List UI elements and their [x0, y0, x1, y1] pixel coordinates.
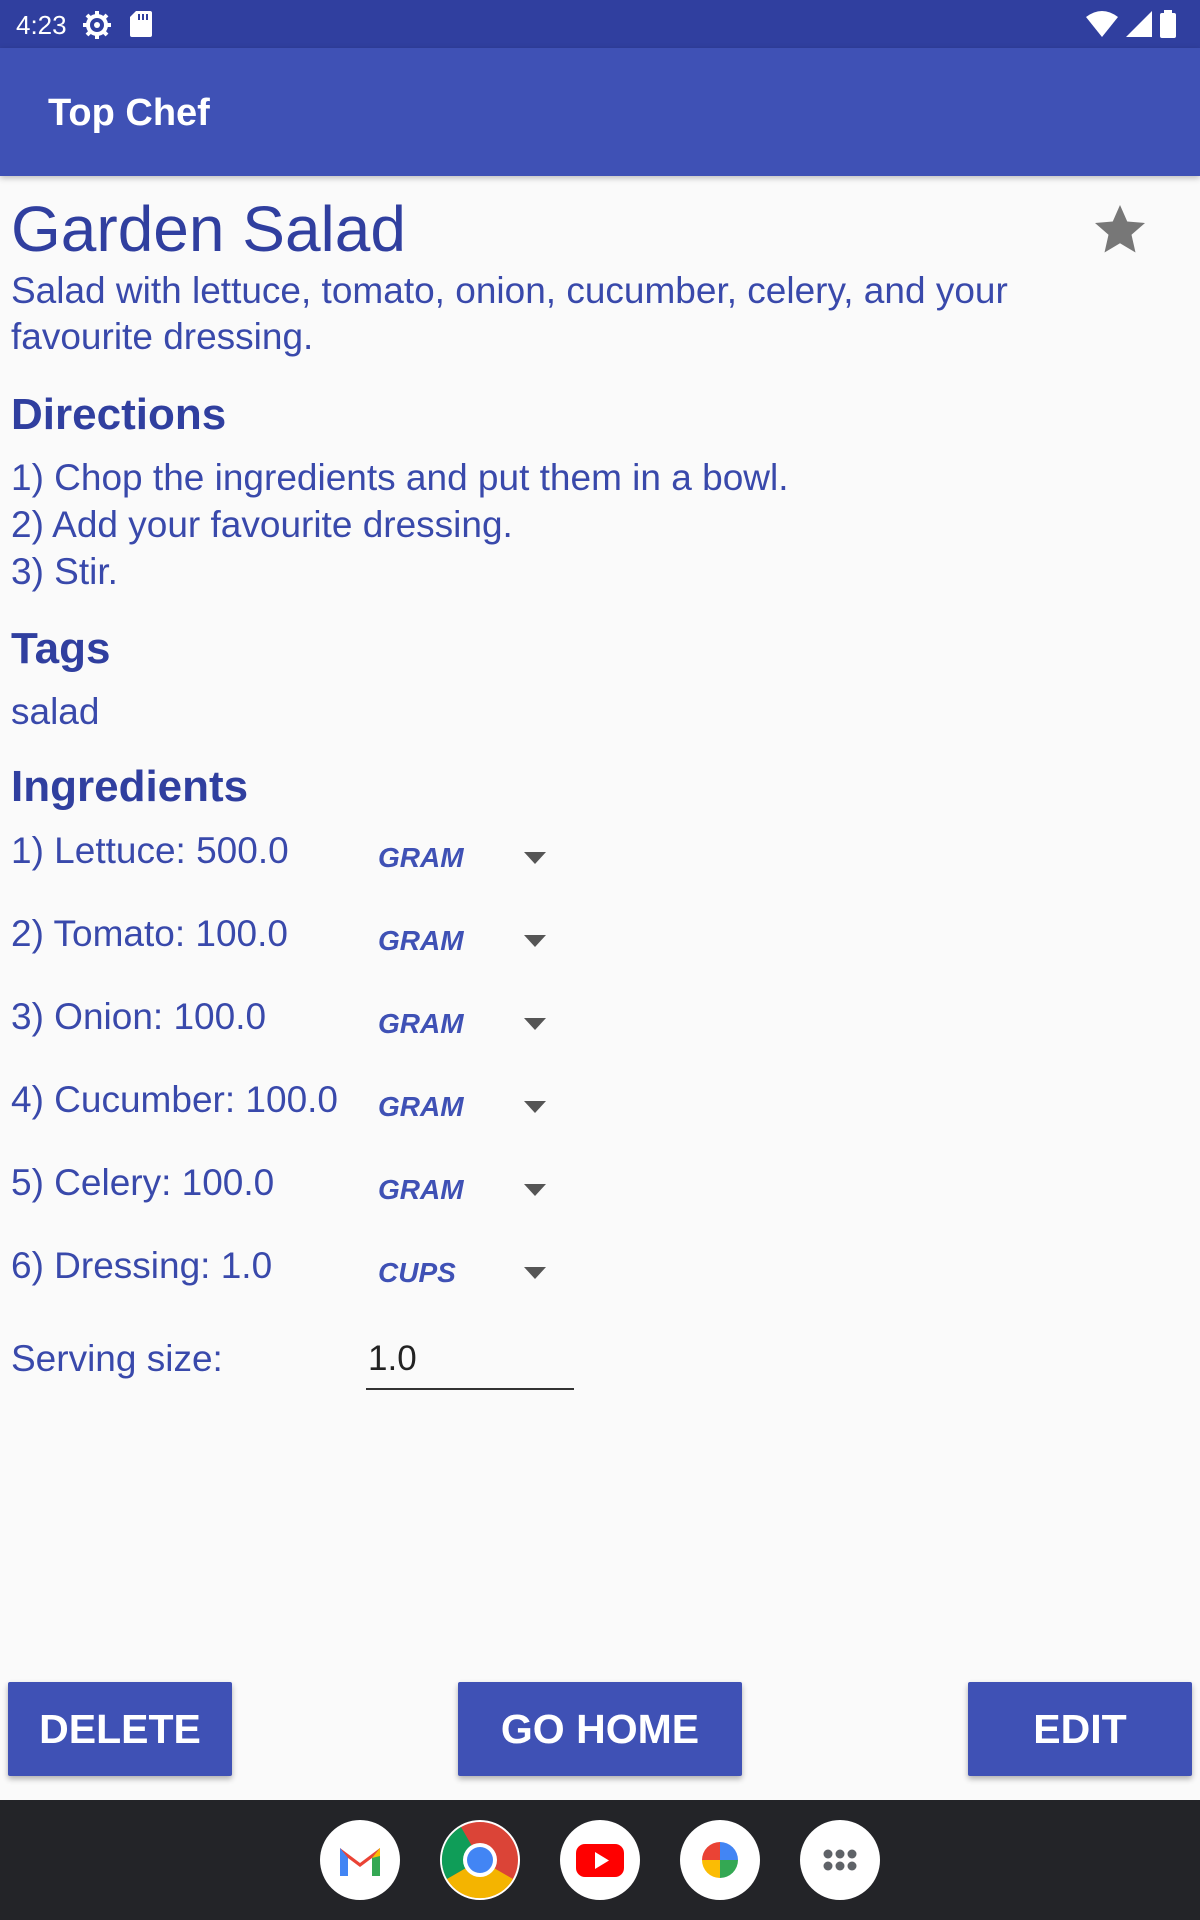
unit-dropdown[interactable]: GRAM — [378, 925, 464, 957]
go-home-button[interactable]: GO HOME — [458, 1682, 742, 1776]
youtube-icon[interactable] — [560, 1820, 640, 1900]
ingredient-label: 2) Tomato: 100.0 — [11, 913, 288, 954]
ingredient-label: 5) Celery: 100.0 — [11, 1162, 275, 1203]
delete-button[interactable]: DELETE — [8, 1682, 232, 1776]
tags-value: salad — [11, 691, 100, 732]
settings-gear-icon — [83, 11, 111, 39]
tags-heading: Tags — [11, 624, 111, 673]
ingredient-row: 5) Celery: 100.0 GRAM — [0, 1150, 600, 1230]
recipe-description: Salad with lettuce, tomato, onion, cucum… — [11, 270, 1008, 357]
app-dock — [0, 1800, 1200, 1920]
chrome-icon[interactable] — [440, 1820, 520, 1900]
cell-signal-icon — [1126, 11, 1152, 37]
ingredient-label: 1) Lettuce: 500.0 — [11, 830, 289, 871]
app-bar: Top Chef — [0, 48, 1200, 176]
sd-card-icon — [130, 11, 152, 37]
ingredient-row: 2) Tomato: 100.0 GRAM — [0, 901, 600, 981]
unit-dropdown[interactable]: GRAM — [378, 1008, 464, 1040]
direction-step: 3) Stir. — [11, 551, 118, 592]
gmail-icon[interactable] — [320, 1820, 400, 1900]
wifi-icon — [1086, 11, 1118, 37]
battery-icon — [1160, 10, 1176, 38]
app-title: Top Chef — [48, 92, 210, 134]
direction-step: 2) Add your favourite dressing. — [11, 504, 513, 545]
ingredients-heading: Ingredients — [11, 762, 249, 811]
app-drawer-icon[interactable] — [800, 1820, 880, 1900]
ingredient-row: 6) Dressing: 1.0 CUPS — [0, 1233, 600, 1313]
status-bar: 4:23 — [0, 0, 1200, 48]
serving-size-label: Serving size: — [11, 1338, 223, 1379]
ingredient-row: 3) Onion: 100.0 GRAM — [0, 984, 600, 1064]
dropdown-arrow-icon[interactable] — [524, 1101, 546, 1113]
unit-dropdown[interactable]: CUPS — [378, 1257, 456, 1289]
dropdown-arrow-icon[interactable] — [524, 935, 546, 947]
ingredient-label: 6) Dressing: 1.0 — [11, 1245, 273, 1286]
recipe-title: Garden Salad — [11, 193, 406, 265]
ingredient-label: 4) Cucumber: 100.0 — [11, 1079, 339, 1120]
recipe-detail: Garden Salad Salad with lettuce, tomato,… — [0, 176, 1200, 1800]
serving-size-input[interactable] — [366, 1330, 574, 1390]
directions-heading: Directions — [11, 390, 227, 439]
dropdown-arrow-icon[interactable] — [524, 1267, 546, 1279]
ingredient-row: 4) Cucumber: 100.0 GRAM — [0, 1067, 600, 1147]
unit-dropdown[interactable]: GRAM — [378, 1091, 464, 1123]
dropdown-arrow-icon[interactable] — [524, 852, 546, 864]
direction-step: 1) Chop the ingredients and put them in … — [11, 457, 789, 498]
directions-list: 1) Chop the ingredients and put them in … — [11, 454, 789, 595]
dropdown-arrow-icon[interactable] — [524, 1018, 546, 1030]
star-icon[interactable] — [1090, 200, 1150, 260]
edit-button[interactable]: EDIT — [968, 1682, 1192, 1776]
status-time: 4:23 — [16, 10, 67, 40]
ingredient-row: 1) Lettuce: 500.0 GRAM — [0, 818, 600, 898]
status-indicators — [1086, 10, 1176, 38]
photos-icon[interactable] — [680, 1820, 760, 1900]
dropdown-arrow-icon[interactable] — [524, 1184, 546, 1196]
ingredient-label: 3) Onion: 100.0 — [11, 996, 267, 1037]
unit-dropdown[interactable]: GRAM — [378, 1174, 464, 1206]
unit-dropdown[interactable]: GRAM — [378, 842, 464, 874]
